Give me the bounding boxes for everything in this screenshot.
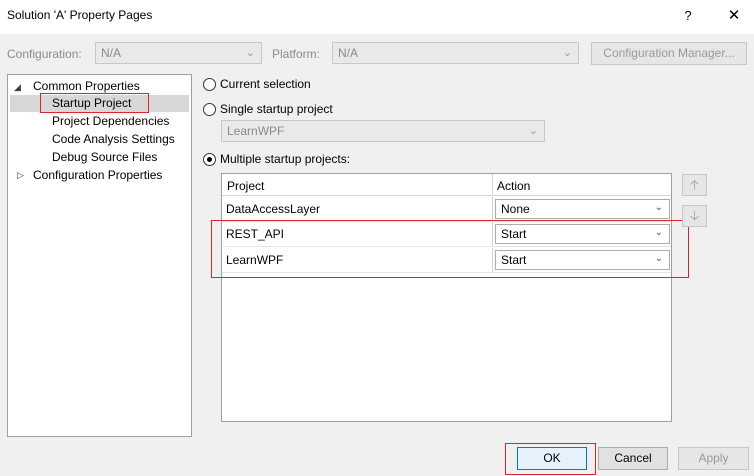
column-divider[interactable] bbox=[492, 174, 493, 195]
multiple-startup-label: Multiple startup projects: bbox=[220, 152, 351, 166]
startup-projects-grid: Project Action DataAccessLayer None ⌄ RE… bbox=[221, 173, 672, 422]
radio-current-selection[interactable] bbox=[203, 78, 216, 91]
move-down-button[interactable]: 🡣 bbox=[682, 205, 707, 227]
column-header-action[interactable]: Action bbox=[497, 179, 530, 193]
configuration-label: Configuration: bbox=[7, 47, 82, 61]
arrow-up-icon: 🡡 bbox=[689, 177, 700, 192]
column-divider bbox=[492, 197, 493, 221]
configuration-value: N/A bbox=[101, 46, 122, 60]
tree-item-configuration-properties[interactable]: Configuration Properties bbox=[33, 167, 162, 184]
radio-single-startup[interactable] bbox=[203, 103, 216, 116]
cancel-button[interactable]: Cancel bbox=[598, 447, 668, 470]
platform-dropdown[interactable]: N/A ⌄ bbox=[332, 42, 579, 64]
action-dropdown[interactable]: None ⌄ bbox=[495, 199, 670, 219]
chevron-down-icon: ⌄ bbox=[528, 125, 538, 137]
current-selection-label: Current selection bbox=[220, 77, 311, 91]
collapsed-triangle-icon[interactable]: ▷ bbox=[17, 170, 24, 181]
highlight-box-startup-rows bbox=[211, 220, 689, 278]
highlight-box-startup-project bbox=[40, 93, 149, 113]
property-tree: ◢ Common Properties Startup Project Proj… bbox=[7, 74, 192, 437]
column-header-project[interactable]: Project bbox=[227, 179, 264, 193]
apply-button[interactable]: Apply bbox=[678, 447, 749, 470]
table-row[interactable]: DataAccessLayer None ⌄ bbox=[222, 197, 671, 222]
configuration-dropdown[interactable]: N/A ⌄ bbox=[95, 42, 262, 64]
chevron-down-icon: ⌄ bbox=[245, 47, 255, 59]
single-startup-label: Single startup project bbox=[220, 102, 333, 116]
radio-selected-dot bbox=[207, 157, 212, 162]
project-name-cell: DataAccessLayer bbox=[226, 202, 321, 216]
single-startup-value: LearnWPF bbox=[227, 124, 285, 138]
arrow-down-icon: 🡣 bbox=[689, 208, 700, 223]
expanded-triangle-icon[interactable]: ◢ bbox=[14, 82, 21, 93]
window-title: Solution 'A' Property Pages bbox=[7, 8, 153, 22]
single-startup-dropdown[interactable]: LearnWPF ⌄ bbox=[221, 120, 545, 142]
chevron-down-icon: ⌄ bbox=[654, 202, 663, 213]
grid-header: Project Action bbox=[222, 174, 671, 196]
radio-multiple-startup[interactable] bbox=[203, 153, 216, 166]
close-button[interactable]: ✕ bbox=[724, 6, 744, 26]
move-up-button[interactable]: 🡡 bbox=[682, 174, 707, 196]
tree-item-code-analysis-settings[interactable]: Code Analysis Settings bbox=[52, 131, 175, 148]
help-button[interactable]: ? bbox=[678, 6, 698, 26]
tree-item-project-dependencies[interactable]: Project Dependencies bbox=[52, 113, 169, 130]
platform-value: N/A bbox=[338, 46, 359, 60]
chevron-down-icon: ⌄ bbox=[562, 47, 572, 59]
tree-item-debug-source-files[interactable]: Debug Source Files bbox=[52, 149, 157, 166]
highlight-box-ok bbox=[505, 443, 596, 475]
platform-label: Platform: bbox=[272, 47, 321, 61]
configuration-manager-button[interactable]: Configuration Manager... bbox=[591, 42, 747, 65]
action-value: None bbox=[501, 202, 530, 216]
